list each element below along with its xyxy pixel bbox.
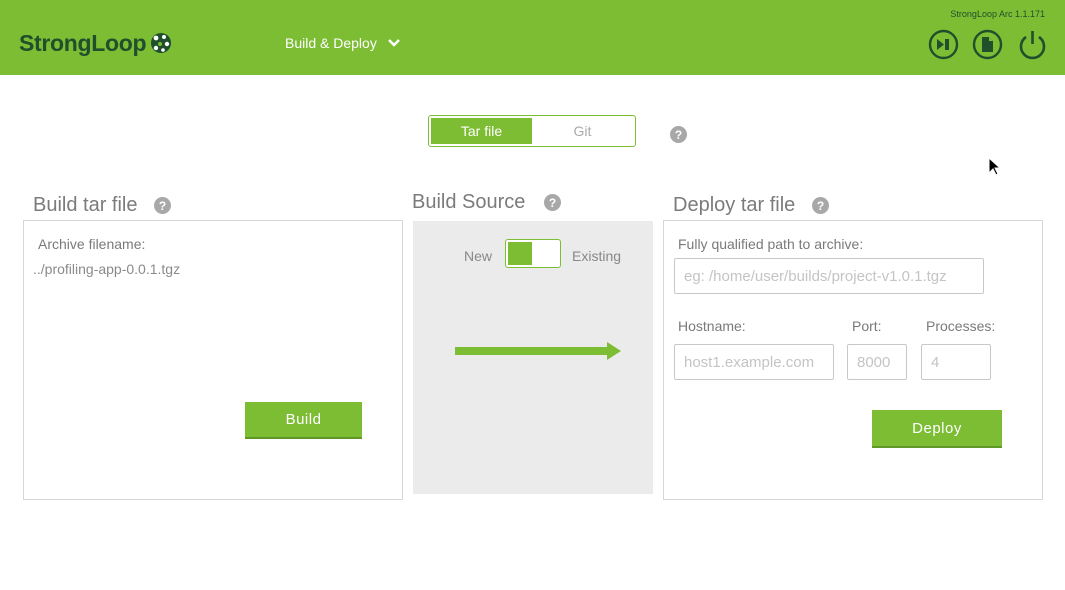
source-panel: New Existing bbox=[413, 221, 653, 494]
logo-text: StrongLoop bbox=[19, 29, 147, 56]
power-icon[interactable] bbox=[1017, 29, 1048, 60]
deploy-section-title: Deploy tar file bbox=[673, 194, 796, 216]
chevron-down-icon bbox=[387, 39, 400, 47]
build-button[interactable]: Build bbox=[245, 402, 362, 439]
tab-git[interactable]: Git bbox=[532, 118, 633, 144]
toggle-existing-label: Existing bbox=[572, 248, 622, 264]
help-icon[interactable]: ? bbox=[670, 126, 687, 143]
archive-path-label: Fully qualified path to archive: bbox=[678, 236, 864, 252]
archive-filename-label: Archive filename: bbox=[38, 236, 146, 252]
build-panel: Archive filename: ../profiling-app-0.0.1… bbox=[23, 220, 403, 500]
help-icon[interactable]: ? bbox=[544, 194, 561, 211]
tab-tar-file[interactable]: Tar file bbox=[431, 118, 532, 144]
nav-dropdown[interactable]: Build & Deploy bbox=[285, 35, 401, 51]
hostname-input[interactable] bbox=[674, 344, 834, 380]
document-icon[interactable] bbox=[972, 29, 1003, 60]
help-icon[interactable]: ? bbox=[812, 197, 829, 214]
arrow-right-icon bbox=[455, 342, 621, 360]
toggle-knob bbox=[508, 242, 532, 265]
version-label: StrongLoop Arc 1.1.171 bbox=[950, 9, 1045, 19]
hostname-label: Hostname: bbox=[678, 318, 746, 334]
deploy-panel: Fully qualified path to archive: Hostnam… bbox=[663, 220, 1043, 500]
toggle-new-label: New bbox=[464, 248, 493, 264]
build-section-title: Build tar file bbox=[33, 194, 138, 216]
port-label: Port: bbox=[852, 318, 882, 334]
processes-input[interactable] bbox=[921, 344, 991, 380]
nav-title-label: Build & Deploy bbox=[285, 35, 377, 51]
top-bar: StrongLoop Build & Deploy StrongLoop Arc… bbox=[0, 0, 1065, 75]
port-input[interactable] bbox=[847, 344, 907, 380]
archive-path-input[interactable] bbox=[674, 258, 984, 294]
logo-mark-icon bbox=[151, 32, 172, 53]
strongloop-logo[interactable]: StrongLoop bbox=[19, 28, 174, 58]
source-toggle[interactable] bbox=[505, 239, 561, 268]
mode-switch: Tar file Git bbox=[428, 115, 636, 147]
run-icon[interactable] bbox=[928, 29, 959, 60]
help-icon[interactable]: ? bbox=[154, 197, 171, 214]
source-section-title: Build Source bbox=[412, 191, 526, 213]
mouse-cursor-icon bbox=[988, 157, 1002, 176]
processes-label: Processes: bbox=[926, 318, 996, 334]
deploy-button[interactable]: Deploy bbox=[872, 410, 1002, 448]
archive-filename-value: ../profiling-app-0.0.1.tgz bbox=[33, 261, 181, 277]
